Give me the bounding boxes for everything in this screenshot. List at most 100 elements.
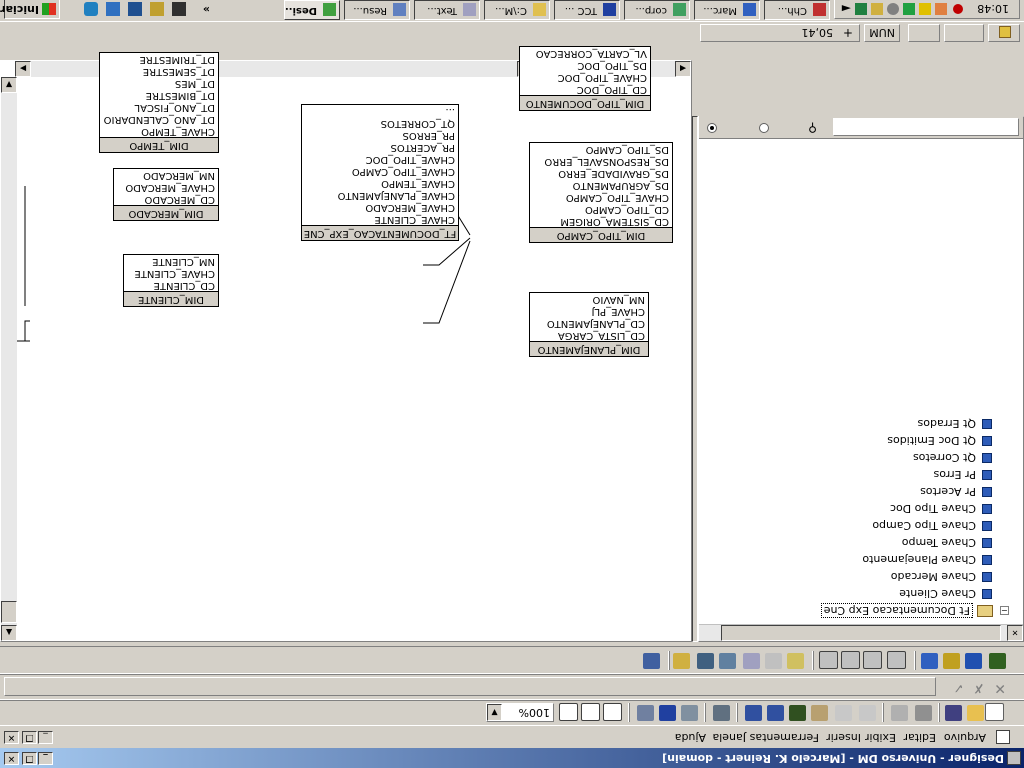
class-icon[interactable] bbox=[965, 653, 982, 669]
copy-icon[interactable] bbox=[835, 705, 852, 721]
table-column[interactable]: DT_MES bbox=[100, 77, 218, 89]
table-column[interactable]: PR_ACERTOS bbox=[302, 141, 458, 153]
detect-loop-icon[interactable] bbox=[765, 653, 782, 669]
tree-hscroll[interactable]: ✕ bbox=[699, 624, 1023, 641]
table-column[interactable]: CHAVE_TEMPO bbox=[100, 125, 218, 137]
table-column[interactable]: CD_CLIENTE bbox=[124, 279, 218, 291]
tray-app-icon[interactable] bbox=[919, 3, 931, 15]
menu-inserir[interactable]: Inserir bbox=[826, 731, 861, 744]
tray-app-icon[interactable] bbox=[935, 3, 947, 15]
canvas-vscroll[interactable]: ▲ ▼ bbox=[1, 77, 17, 641]
tree-item-chave-planejamento[interactable]: Chave Planejamento bbox=[862, 551, 992, 568]
open-icon[interactable] bbox=[967, 705, 984, 721]
menu-ferramentas[interactable]: Ferramentas bbox=[750, 731, 819, 744]
record-icon[interactable] bbox=[953, 4, 963, 14]
task-marcelo[interactable]: Marc... bbox=[694, 0, 760, 20]
start-button[interactable]: Iniciar bbox=[0, 0, 60, 19]
scroll-thumb[interactable] bbox=[721, 625, 1001, 641]
cancel-icon[interactable]: ✗ bbox=[973, 680, 984, 695]
mdi-close-button[interactable]: ✕ bbox=[4, 731, 19, 744]
more-icon[interactable]: » bbox=[203, 3, 210, 16]
table-column[interactable]: VL_CARTA_CORRECAO bbox=[520, 47, 650, 59]
table-column[interactable]: CHAVE_PLANEJAMENTO bbox=[302, 189, 458, 201]
tray-app-icon[interactable] bbox=[871, 3, 883, 15]
table-column[interactable]: DT_ANO_FISCAL bbox=[100, 101, 218, 113]
detect-icon[interactable] bbox=[697, 653, 714, 669]
structure-canvas[interactable]: ◀ ▶ ▲ ▼ DIM_PLANEJAMENTO CD_LISTA_CARGA … bbox=[0, 46, 692, 642]
table-column[interactable]: CHAVE_CLIENTE bbox=[124, 267, 218, 279]
print-icon[interactable] bbox=[915, 705, 932, 721]
task-resumo[interactable]: Resu... bbox=[344, 0, 410, 20]
format-painter-icon[interactable] bbox=[789, 705, 806, 721]
table-column[interactable]: CHAVE_MERCADO bbox=[114, 181, 218, 193]
scroll-thumb[interactable] bbox=[1, 601, 17, 623]
minimize-button[interactable]: _ bbox=[38, 752, 53, 765]
preview-icon[interactable] bbox=[891, 705, 908, 721]
task-chh[interactable]: Chh... bbox=[764, 0, 830, 20]
table-dim-tipo-campo[interactable]: DIM_TIPO_CAMPO CD_SISTEMA_ORIGEM CD_TIPO… bbox=[529, 142, 673, 243]
arrange-icon[interactable] bbox=[659, 705, 676, 721]
table-column[interactable]: CD_LISTA_CARGA bbox=[530, 329, 648, 341]
table-column[interactable]: DT_TRIMESTRE bbox=[100, 53, 218, 65]
close-button[interactable]: ✕ bbox=[4, 752, 19, 765]
explorer-icon[interactable] bbox=[106, 2, 120, 16]
redo-icon[interactable] bbox=[745, 705, 762, 721]
mdi-restore-button[interactable]: ❐ bbox=[22, 731, 37, 744]
table-column[interactable]: NM_NAVIO bbox=[530, 293, 648, 305]
clock[interactable]: 10:48 bbox=[977, 2, 1009, 15]
table-column[interactable]: CHAVE_CLIENTE bbox=[302, 213, 458, 225]
tree-item-chave-tipo-campo[interactable]: Chave Tipo Campo bbox=[872, 517, 992, 534]
undo-icon[interactable] bbox=[767, 705, 784, 721]
detect-join-icon[interactable] bbox=[743, 653, 760, 669]
paste-icon[interactable] bbox=[811, 705, 828, 721]
condition-view-radio[interactable] bbox=[759, 123, 769, 133]
tree-item-pr-erros[interactable]: Pr Erros bbox=[934, 466, 992, 483]
zoom-fit-icon[interactable] bbox=[559, 703, 578, 721]
table-column[interactable]: DS_RESPONSAVEL_ERRO bbox=[530, 155, 672, 167]
objects-view-radio[interactable] bbox=[707, 123, 717, 133]
table-column[interactable]: CHAVE_MERCADO bbox=[302, 201, 458, 213]
detect-card-icon[interactable] bbox=[719, 653, 736, 669]
pane-splitter[interactable] bbox=[692, 116, 698, 642]
task-tcc[interactable]: TCC ... bbox=[554, 0, 620, 20]
clear-icon[interactable]: ✕ bbox=[994, 680, 1006, 696]
join-icon[interactable] bbox=[887, 651, 906, 669]
menu-exibir[interactable]: Exibir bbox=[865, 731, 896, 744]
view-structure-icon[interactable] bbox=[603, 703, 622, 721]
universe-icon[interactable] bbox=[989, 653, 1006, 669]
table-column[interactable]: CHAVE_TIPO_DOC bbox=[520, 71, 650, 83]
table-column[interactable]: DS_TIPO_DOC bbox=[520, 59, 650, 71]
table-column[interactable]: CHAVE_TIPO_CAMPO bbox=[530, 191, 672, 203]
menu-janela[interactable]: Janela bbox=[712, 731, 746, 744]
scroll-right-button[interactable]: ▶ bbox=[15, 61, 31, 77]
grid-icon[interactable] bbox=[637, 705, 654, 721]
table-dim-tipo-documento[interactable]: DIM_TIPO_DOCUMENTO CD_TIPO_DOC CHAVE_TIP… bbox=[519, 46, 651, 111]
table-icon[interactable] bbox=[819, 651, 838, 669]
tree-search-input[interactable] bbox=[833, 118, 1019, 136]
tree-item-chave-tempo[interactable]: Chave Tempo bbox=[902, 534, 992, 551]
cut-icon[interactable] bbox=[859, 705, 876, 721]
table-column[interactable]: DT_ANO_CALENDARIO bbox=[100, 113, 218, 125]
scroll-down-button[interactable]: ▼ bbox=[1, 77, 17, 93]
zoom-select[interactable]: 100% ▼ bbox=[486, 703, 554, 722]
chevron-down-icon[interactable]: ▼ bbox=[487, 704, 502, 721]
tree-item-chave-mercado[interactable]: Chave Mercado bbox=[891, 568, 992, 585]
tray-app-icon[interactable] bbox=[855, 3, 867, 15]
scroll-left-button[interactable]: ✕ bbox=[1007, 625, 1023, 641]
edit-icon[interactable] bbox=[713, 705, 730, 721]
table-dim-planejamento[interactable]: DIM_PLANEJAMENTO CD_LISTA_CARGA CD_PLANE… bbox=[529, 292, 649, 357]
validate-icon[interactable]: ✓ bbox=[953, 680, 964, 695]
collapse-icon[interactable]: − bbox=[1000, 606, 1009, 615]
tree-item-qt-doc-emitidos[interactable]: Qt Doc Emitidos bbox=[887, 432, 992, 449]
object-icon[interactable] bbox=[921, 653, 938, 669]
scroll-left-button[interactable]: ◀ bbox=[675, 61, 691, 77]
tree-item-pr-acertos[interactable]: Pr Acertos bbox=[920, 483, 992, 500]
wand-icon[interactable] bbox=[673, 653, 690, 669]
alias-icon[interactable] bbox=[841, 651, 860, 669]
volume-icon[interactable]: ◄ bbox=[842, 2, 851, 16]
insert-context-icon[interactable] bbox=[787, 653, 804, 669]
tray-app-icon[interactable] bbox=[903, 3, 915, 15]
browser-icon[interactable] bbox=[128, 2, 142, 16]
table-column[interactable]: CD_SISTEMA_ORIGEM bbox=[530, 215, 672, 227]
table-column[interactable]: CD_TIPO_CAMPO bbox=[530, 203, 672, 215]
